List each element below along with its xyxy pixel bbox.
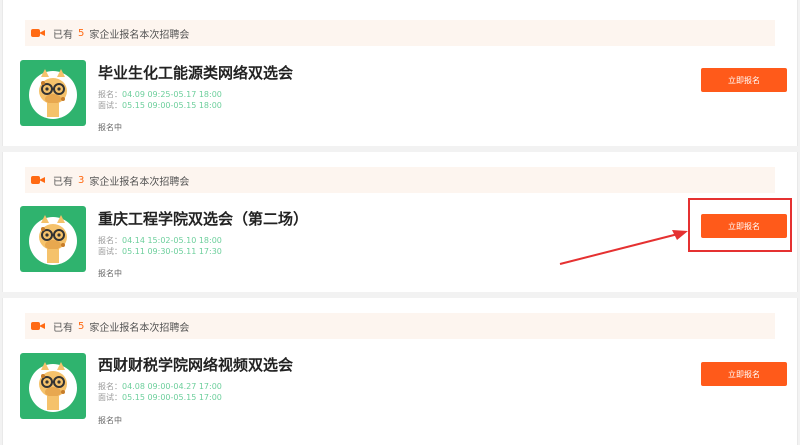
interview-label: 面试： [98, 247, 122, 256]
giraffe-icon [29, 362, 77, 412]
notice-prefix: 已有 [53, 176, 73, 188]
event-card: 已有 5 家企业报名本次招聘会 毕业生化工能源类网络双选会 报名：04.09 0… [2, 0, 798, 146]
notice-suffix: 家企业报名本次招聘会 [89, 176, 190, 188]
interview-time: 05.15 09:00-05.15 18:00 [122, 101, 222, 110]
signup-label: 报名： [98, 90, 122, 99]
company-count: 5 [78, 27, 85, 39]
interview-period: 面试：05.15 09:00-05.15 17:00 [98, 392, 222, 403]
event-card: 已有 5 家企业报名本次招聘会 西财财税学院网络视频双选会 报名：04.08 0… [2, 298, 798, 445]
event-card: 已有 3 家企业报名本次招聘会 重庆工程学院双选会（第二场） 报名：04.14 … [2, 152, 798, 292]
event-title[interactable]: 西财财税学院网络视频双选会 [98, 354, 293, 375]
enrollment-notice: 已有 5 家企业报名本次招聘会 [25, 20, 775, 46]
giraffe-mascot-logo [20, 60, 86, 126]
signup-period: 报名：04.09 09:25-05.17 18:00 [98, 89, 222, 100]
company-count: 5 [78, 320, 85, 332]
giraffe-mascot-logo [20, 206, 86, 272]
red-arrow-annotation [559, 230, 688, 265]
signup-time: 04.14 15:02-05.10 18:00 [122, 236, 222, 245]
signup-label: 报名： [98, 236, 122, 245]
status-text: 报名中 [98, 416, 122, 425]
interview-time: 05.15 09:00-05.15 17:00 [122, 393, 222, 402]
notice-prefix: 已有 [53, 29, 73, 41]
signup-period: 报名：04.08 09:00-04.27 17:00 [98, 381, 222, 392]
highlight-box [688, 198, 792, 252]
signup-time: 04.08 09:00-04.27 17:00 [122, 382, 222, 391]
event-title[interactable]: 毕业生化工能源类网络双选会 [98, 62, 293, 83]
signup-button[interactable]: 立即报名 [701, 362, 787, 386]
interview-label: 面试： [98, 393, 122, 402]
interview-time: 05.11 09:30-05.11 17:30 [122, 247, 222, 256]
video-camera-icon [31, 28, 45, 38]
interview-label: 面试： [98, 101, 122, 110]
notice-suffix: 家企业报名本次招聘会 [89, 322, 190, 334]
event-title[interactable]: 重庆工程学院双选会（第二场） [98, 208, 308, 229]
enrollment-notice: 已有 3 家企业报名本次招聘会 [25, 167, 775, 193]
giraffe-icon [29, 215, 77, 265]
status-text: 报名中 [98, 269, 122, 278]
notice-suffix: 家企业报名本次招聘会 [89, 29, 190, 41]
signup-period: 报名：04.14 15:02-05.10 18:00 [98, 235, 222, 246]
signup-time: 04.09 09:25-05.17 18:00 [122, 90, 222, 99]
signup-label: 报名： [98, 382, 122, 391]
company-count: 3 [78, 174, 85, 186]
notice-prefix: 已有 [53, 322, 73, 334]
interview-period: 面试：05.15 09:00-05.15 18:00 [98, 100, 222, 111]
giraffe-icon [29, 69, 77, 119]
giraffe-mascot-logo [20, 353, 86, 419]
signup-button[interactable]: 立即报名 [701, 68, 787, 92]
video-camera-icon [31, 321, 45, 331]
status-text: 报名中 [98, 123, 122, 132]
enrollment-notice: 已有 5 家企业报名本次招聘会 [25, 313, 775, 339]
job-fair-list: 已有 5 家企业报名本次招聘会 毕业生化工能源类网络双选会 报名：04.09 0… [0, 0, 800, 445]
video-camera-icon [31, 175, 45, 185]
interview-period: 面试：05.11 09:30-05.11 17:30 [98, 246, 222, 257]
